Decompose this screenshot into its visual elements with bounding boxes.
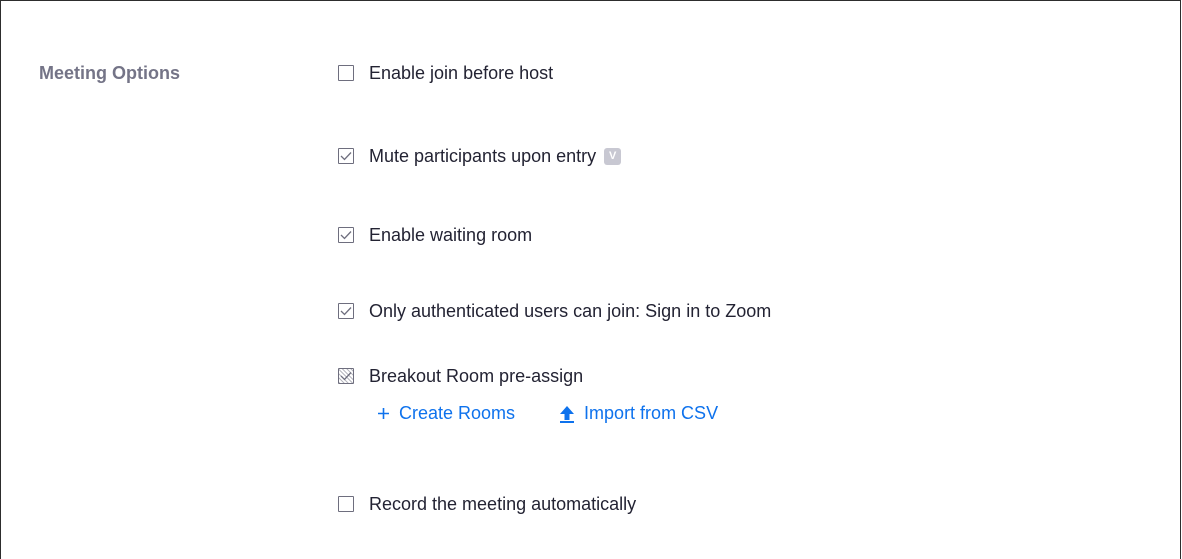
option-authenticated-users-only[interactable]: Only authenticated users can join: Sign … <box>338 299 771 323</box>
option-label: Mute participants upon entry <box>369 145 597 166</box>
option-breakout-room-preassign[interactable]: Breakout Room pre-assign <box>338 364 583 388</box>
checkbox-indeterminate[interactable] <box>338 368 354 384</box>
import-from-csv-label: Import from CSV <box>584 403 719 423</box>
checkbox-checked[interactable] <box>338 303 354 319</box>
option-mute-participants[interactable]: Mute participants upon entry V <box>338 144 622 168</box>
option-label: Enable waiting room <box>369 224 533 245</box>
import-from-csv-link[interactable]: Import from CSV <box>559 403 718 424</box>
checkbox-unchecked[interactable] <box>338 65 354 81</box>
create-rooms-label: Create Rooms <box>399 403 516 423</box>
checkmark-icon <box>340 372 352 381</box>
option-record-automatically[interactable]: Record the meeting automatically <box>338 492 636 516</box>
checkmark-icon <box>340 231 352 240</box>
checkmark-icon <box>340 307 352 316</box>
option-enable-join-before-host[interactable]: Enable join before host <box>338 61 553 85</box>
option-enable-waiting-room[interactable]: Enable waiting room <box>338 223 532 247</box>
meeting-options-panel: Meeting Options Enable join before host … <box>0 0 1181 559</box>
checkmark-icon <box>340 152 352 161</box>
checkbox-checked[interactable] <box>338 148 354 164</box>
section-label-meeting-options: Meeting Options <box>39 63 180 83</box>
option-label: Breakout Room pre-assign <box>369 365 584 386</box>
checkbox-unchecked[interactable] <box>338 496 354 512</box>
option-label: Only authenticated users can join: Sign … <box>369 300 772 321</box>
checkbox-checked[interactable] <box>338 227 354 243</box>
breakout-actions: Create Rooms Import from CSV <box>377 403 718 424</box>
create-rooms-link[interactable]: Create Rooms <box>377 403 515 424</box>
option-label: Enable join before host <box>369 62 554 83</box>
upload-arrow-icon <box>559 405 575 423</box>
locked-badge-icon: V <box>604 147 622 165</box>
option-label: Record the meeting automatically <box>369 493 637 514</box>
plus-icon <box>377 407 390 420</box>
